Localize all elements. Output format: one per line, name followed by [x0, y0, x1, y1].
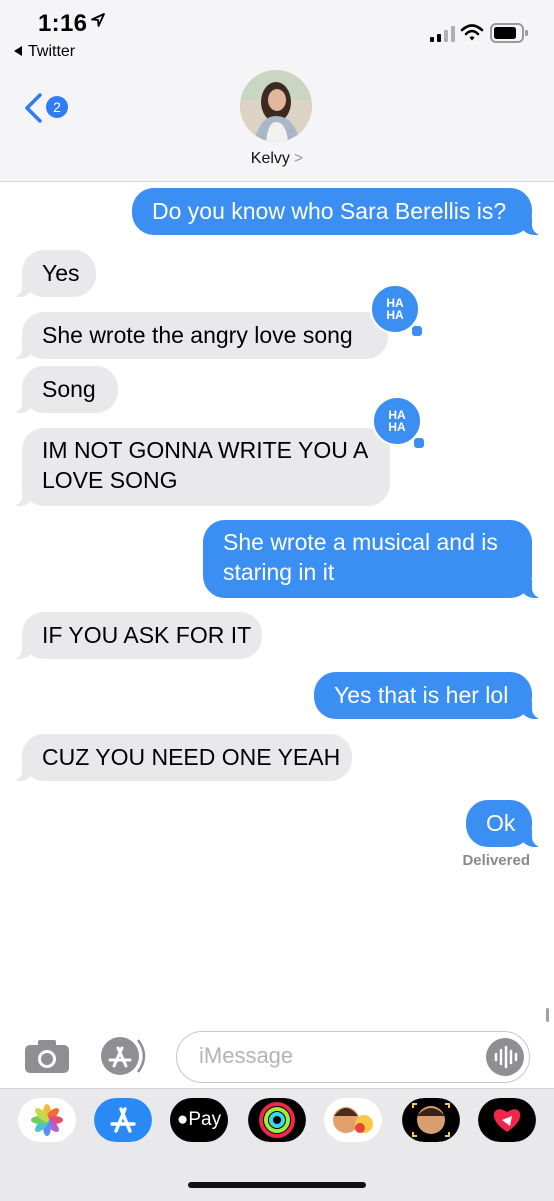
- message-text: She wrote a musical and is staring in it: [223, 529, 498, 585]
- app-store-app-icon[interactable]: [94, 1098, 152, 1142]
- message-text: CUZ YOU NEED ONE YEAH: [42, 744, 341, 770]
- message-text: Ok: [486, 810, 516, 836]
- back-to-twitter-link[interactable]: Twitter: [14, 43, 75, 61]
- battery-icon: [490, 23, 528, 43]
- message-text: Yes that is her lol: [334, 682, 509, 708]
- delivered-status: Delivered: [462, 852, 530, 869]
- back-app-label: Twitter: [28, 43, 76, 60]
- message-bubble-sent[interactable]: Do you know who Sara Berellis is?: [132, 188, 544, 235]
- conversation-header: 1:16 Twitter 2 Kelvy >: [0, 0, 554, 182]
- contact-name-text: Kelvy: [250, 150, 290, 167]
- apple-logo-icon: ●: [176, 1109, 189, 1130]
- message-text: Yes: [42, 260, 80, 286]
- animoji-app-icon[interactable]: [402, 1098, 460, 1142]
- audio-message-icon[interactable]: [486, 1038, 524, 1076]
- unread-count-badge[interactable]: 2: [46, 96, 68, 118]
- message-bubble-sent[interactable]: She wrote a musical and is staring in it: [203, 520, 544, 598]
- apple-pay-app-icon[interactable]: ●Pay: [170, 1098, 228, 1142]
- status-time: 1:16: [38, 10, 88, 37]
- message-bubble-received[interactable]: IF YOU ASK FOR IT: [10, 612, 262, 659]
- back-triangle-icon: [14, 46, 22, 56]
- back-chevron-icon[interactable]: [22, 92, 44, 124]
- location-arrow-icon: [91, 13, 105, 27]
- message-text: She wrote the angry love song: [42, 322, 353, 348]
- message-bubble-sent[interactable]: Yes that is her lol: [314, 672, 544, 719]
- message-bubble-received[interactable]: Song: [10, 366, 118, 413]
- memoji-stickers-app-icon[interactable]: [324, 1098, 382, 1142]
- home-indicator[interactable]: [188, 1182, 366, 1188]
- reaction-text-line2: HA: [386, 308, 404, 322]
- message-bubble-received[interactable]: IM NOT GONNA WRITE YOU A LOVE SONG: [10, 428, 390, 506]
- contact-chevron-icon: >: [293, 150, 304, 167]
- haha-reaction-badge[interactable]: HA HA: [370, 284, 424, 338]
- camera-icon[interactable]: [24, 1038, 70, 1074]
- message-text: IM NOT GONNA WRITE YOU A LOVE SONG: [42, 437, 368, 493]
- message-text: Do you know who Sara Berellis is?: [152, 198, 507, 224]
- message-bubble-sent[interactable]: Ok: [466, 800, 544, 847]
- haha-reaction-badge[interactable]: HA HA: [372, 396, 426, 450]
- apple-pay-label: Pay: [188, 1109, 222, 1130]
- message-bubble-received[interactable]: Yes: [10, 250, 96, 297]
- app-store-icon[interactable]: [98, 1036, 152, 1076]
- avatar-photo: [240, 70, 312, 142]
- scroll-indicator[interactable]: [546, 1008, 549, 1022]
- message-bubble-received[interactable]: She wrote the angry love song: [10, 312, 388, 359]
- message-text: Song: [42, 376, 96, 402]
- activity-app-icon[interactable]: [248, 1098, 306, 1142]
- message-bubble-received[interactable]: CUZ YOU NEED ONE YEAH: [10, 734, 352, 781]
- digital-touch-app-icon[interactable]: [478, 1098, 536, 1142]
- reaction-text-line2: HA: [388, 420, 406, 434]
- contact-name[interactable]: Kelvy >: [0, 150, 554, 168]
- contact-avatar[interactable]: [240, 70, 312, 142]
- message-text: IF YOU ASK FOR IT: [42, 622, 252, 648]
- cellular-signal-icon: [430, 26, 455, 42]
- wifi-icon: [460, 24, 484, 41]
- photos-app-icon[interactable]: [18, 1098, 76, 1142]
- imessage-input[interactable]: iMessage: [176, 1031, 530, 1083]
